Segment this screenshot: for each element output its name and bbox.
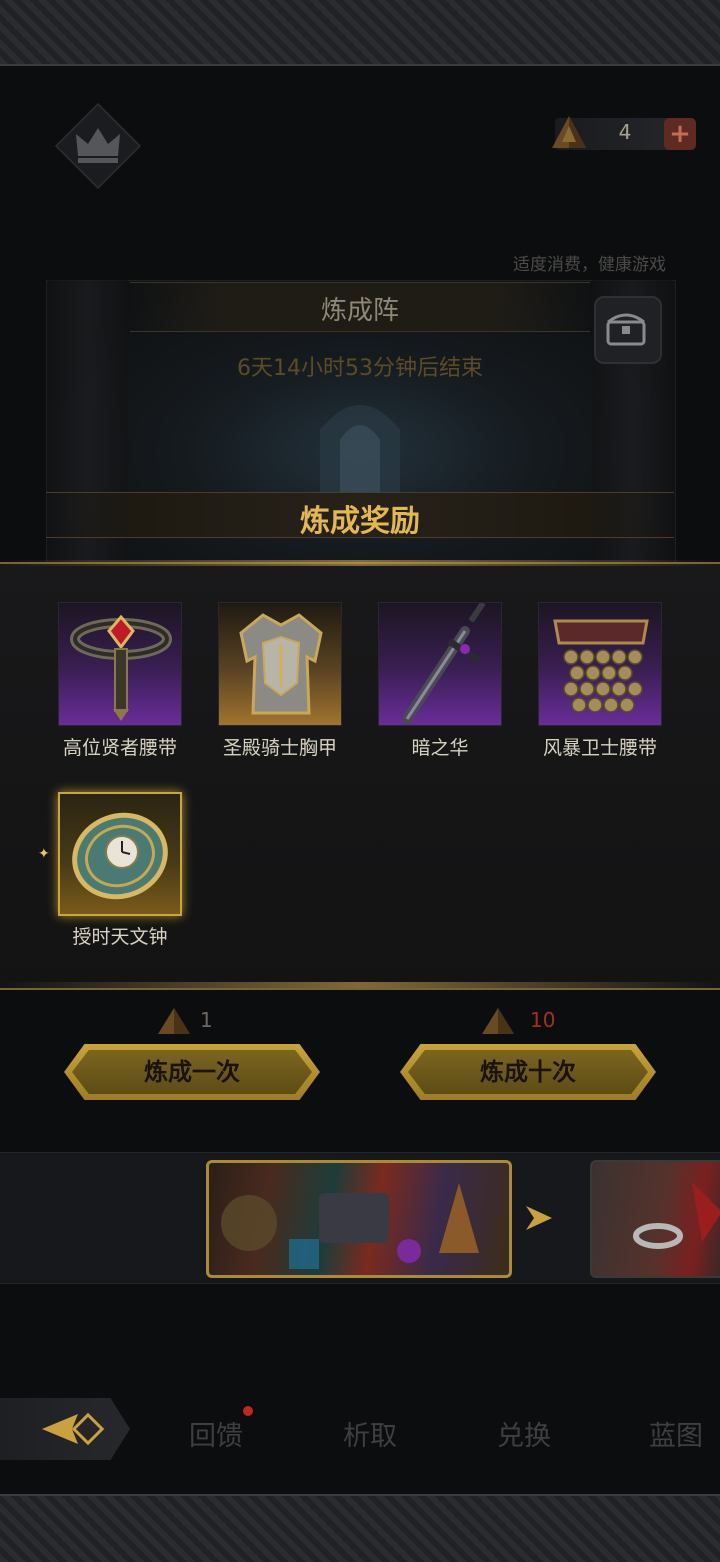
back-arrow-icon	[42, 1412, 105, 1446]
bottom-frame	[0, 1494, 720, 1562]
chest-icon	[606, 313, 646, 346]
resource-count: 4	[618, 120, 632, 144]
reward-item-5[interactable]	[58, 792, 182, 916]
cost-token-icon	[158, 1008, 190, 1034]
treasure-banner-image	[221, 1183, 479, 1269]
reward-item-3-name: 暗之华	[411, 737, 469, 759]
astronomical-clock-icon	[72, 812, 168, 900]
popup-top-glow	[0, 560, 720, 566]
craft-once-button[interactable]: 炼成一次	[64, 1044, 320, 1100]
popup-bottom-glow	[0, 982, 720, 988]
add-resource-button[interactable]: +	[664, 118, 696, 150]
nav-exchange[interactable]: 兑换	[474, 1414, 574, 1453]
sparkle-icon: ✦	[38, 846, 50, 862]
dark-banner-image	[633, 1182, 720, 1249]
single-cost: 1	[200, 1008, 213, 1032]
reward-item-1[interactable]	[58, 602, 182, 726]
nav-blueprint[interactable]: 蓝图	[626, 1414, 720, 1453]
belt-icon	[70, 614, 172, 721]
craft-ten-label: 炼成十次	[480, 1058, 576, 1086]
reward-item-2[interactable]	[218, 602, 342, 726]
chest-armor-icon	[239, 613, 323, 715]
reward-item-2-name: 圣殿骑士胸甲	[222, 737, 337, 759]
top-frame	[0, 0, 720, 66]
reward-item-4-name: 风暴卫士腰带	[542, 737, 657, 759]
pyramid-token-icon	[552, 116, 586, 148]
health-notice: 适度消费，健康游戏	[513, 255, 666, 275]
ten-cost: 10	[530, 1008, 556, 1032]
banner-current[interactable]	[206, 1160, 512, 1278]
reward-item-5-name: 授时天文钟	[72, 926, 168, 948]
scale-belt-icon	[553, 619, 649, 713]
event-title: 炼成阵	[320, 296, 399, 326]
next-arrow-icon[interactable]	[522, 1200, 558, 1236]
notification-dot	[243, 1406, 253, 1416]
portal-decoration	[320, 405, 400, 500]
nav-feedback[interactable]: 回馈	[166, 1414, 266, 1453]
nav-extract[interactable]: 析取	[320, 1414, 420, 1453]
reward-item-3[interactable]	[378, 602, 502, 726]
cost-token-icon	[482, 1008, 514, 1034]
craft-ten-button[interactable]: 炼成十次	[400, 1044, 656, 1100]
event-timer: 6天14小时53分钟后结束	[237, 356, 483, 381]
crown-icon	[76, 128, 120, 163]
reward-item-1-name: 高位贤者腰带	[62, 737, 177, 759]
reward-title: 炼成奖励	[300, 504, 420, 539]
sword-icon	[402, 603, 486, 724]
craft-once-label: 炼成一次	[144, 1058, 240, 1086]
reward-item-4[interactable]	[538, 602, 662, 726]
banner-next[interactable]	[590, 1160, 720, 1278]
